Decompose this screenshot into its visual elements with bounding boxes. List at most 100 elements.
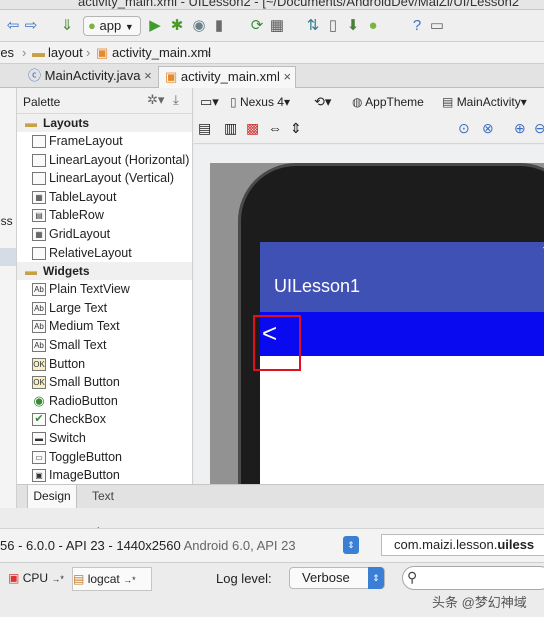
image-button-icon: ▣ [32,469,46,483]
palette-item[interactable]: ▣ ImageButton [17,466,192,484]
palette-item[interactable]: OK Small Button [17,373,192,392]
palette-category[interactable]: ▬ Widgets [17,262,192,281]
attach-debugger-icon[interactable]: ◉ [190,17,208,35]
device-text: 56 - 6.0.0 - API 23 - 1440x2560 [0,538,181,553]
palette-item[interactable]: ✔ CheckBox [17,410,192,429]
zoom-fit-icon[interactable]: ⊙ [458,120,470,137]
toolbar-with-back[interactable]: < [260,312,544,356]
tab-main-activity[interactable]: ⓒ MainActivity.java × [22,66,154,88]
fit-height-icon[interactable]: ⇕ [290,120,302,137]
palette-item-label: LinearLayout (Vertical) [49,171,175,186]
palette-item[interactable]: OK Button [17,355,192,374]
layout-bounds-icon[interactable]: ▤ [198,120,211,137]
palette-title: Palette [23,95,61,109]
app-title: UILesson1 [274,276,361,296]
blueprint-icon[interactable]: ▥ [224,120,237,137]
theme-label: AppTheme [365,95,424,109]
zoom-actual-icon[interactable]: ⊗ [482,120,494,137]
palette-item[interactable]: LinearLayout (Horizontal) [17,151,192,170]
close-icon[interactable]: × [284,69,292,84]
palette-item[interactable]: Ab Large Text [17,299,192,318]
stop-icon[interactable]: ▮ [210,17,228,35]
activity-select[interactable]: ▤ MainActivity▾ [442,95,527,109]
log-level-label: Log level: [216,571,272,586]
logcat-search-input[interactable]: ⚲ [402,566,544,590]
gear-icon[interactable]: ✲▾ [147,92,164,108]
orientation-icon[interactable]: ⟲▾ [314,94,331,110]
zoom-in-icon[interactable]: ⊕ [514,120,526,137]
tab-text[interactable]: Text [81,485,125,509]
design-canvas[interactable]: ◥ UILesson1 < [194,145,544,484]
sdk-manager-icon[interactable]: ⬇ [344,17,362,35]
breadcrumb-file[interactable]: activity_main.xml [112,45,211,60]
project-panel-fragment: ess [0,214,13,228]
chevron-down-icon: ▼ [124,22,134,32]
back-icon[interactable]: ⇦ [4,17,22,35]
tab-logcat[interactable]: ▤ logcat →* [72,567,152,591]
phone-icon: ▯ [230,95,237,109]
palette-category[interactable]: ▬ Layouts [17,114,192,132]
close-icon[interactable]: × [144,68,152,83]
frame-layout-icon [32,135,46,148]
editor-mode-tabs: Design Text [17,484,544,509]
sync-gradle-icon[interactable]: ⇅ [304,17,322,35]
zoom-out-icon[interactable]: ⊖ [534,120,544,137]
java-class-icon: ⓒ [28,68,42,83]
package-select[interactable]: com.maizi.lesson.uiless [381,534,544,556]
forward-icon[interactable]: ⇨ [22,17,40,35]
sync-icon[interactable]: ⟳ [248,17,266,35]
palette-item-label: Medium Text [49,319,120,334]
breadcrumb-res[interactable]: res [0,45,14,60]
palette-item[interactable]: ▦ GridLayout [17,225,192,244]
avd-manager-icon[interactable]: ▯ [324,17,342,35]
palette-item[interactable]: Ab Plain TextView [17,280,192,299]
device-icon[interactable]: ▭ [428,17,446,35]
fit-width-icon[interactable]: ⇔ [268,120,282,136]
run-config-select[interactable]: ● app ▼ [83,16,141,36]
palette-item[interactable]: FrameLayout [17,132,192,151]
run-icon[interactable]: ▶ [146,17,164,35]
android-icon: ● [88,18,96,33]
debug-icon[interactable]: ✱ [168,17,186,35]
theme-select[interactable]: ◍ AppTheme [352,95,424,109]
device-select[interactable]: ▯ Nexus 4▾ [230,95,290,109]
grid-layout-icon: ▦ [32,227,46,241]
tab-design[interactable]: Design [27,485,77,509]
device-screen: ◥ UILesson1 < [260,242,544,484]
palette-header: Palette ✲▾ ⤓ [17,88,192,114]
activity-label: MainActivity [456,95,521,109]
table-row-icon: ▤ [32,209,46,223]
package-bold: uiless [497,537,535,552]
breadcrumb-layout[interactable]: layout [48,45,83,60]
project-structure-icon[interactable]: ▦ [268,17,286,35]
palette-item[interactable]: Ab Medium Text [17,317,192,336]
clear-constraints-icon[interactable]: ▩ [246,120,259,137]
help-icon[interactable]: ? [408,17,426,35]
palette-item[interactable]: ▬ Switch [17,429,192,448]
palette-item[interactable]: ▤ TableRow [17,206,192,225]
collapse-icon[interactable]: ⤓ [173,92,179,108]
android-monitor-icon[interactable]: ● [364,17,382,35]
tab-logcat-label: logcat [87,572,120,586]
palette-category-label: Widgets [43,264,90,279]
run-config-label: app [99,18,122,33]
log-level-select[interactable]: Verbose ⇕ [289,567,385,589]
palette-item[interactable]: ▭ ToggleButton [17,448,192,467]
tab-activity-main[interactable]: ▣ activity_main.xml × [158,66,296,88]
palette-item[interactable]: RelativeLayout [17,244,192,263]
device-config-icon[interactable]: ▭▾ [200,94,219,110]
palette-item[interactable]: ▦ TableLayout [17,188,192,207]
palette-item-label: GridLayout [49,226,111,241]
palette-item[interactable]: ◉ RadioButton [17,392,192,411]
app-bar: ◥ UILesson1 [260,242,544,312]
palette-item[interactable]: LinearLayout (Vertical) [17,169,192,188]
tab-cpu[interactable]: ▣ CPU →* [8,567,70,591]
make-project-icon[interactable]: ⇓ [58,17,76,35]
device-dropdown-button[interactable]: ⇕ [343,536,359,554]
pin-icon: →* [123,575,136,585]
palette-item[interactable]: Ab Small Text [17,336,192,355]
device-select[interactable]: 56 - 6.0.0 - API 23 - 1440x2560 Android … [0,538,296,553]
table-layout-icon: ▦ [32,190,46,204]
linear-vertical-icon [32,172,46,186]
main-toolbar: ⇦ ⇨ ⇓ ● app ▼ ▶ ✱ ◉ ▮ ⟳ ▦ ⇅ ▯ ⬇ ● ? ▭ [0,10,544,42]
